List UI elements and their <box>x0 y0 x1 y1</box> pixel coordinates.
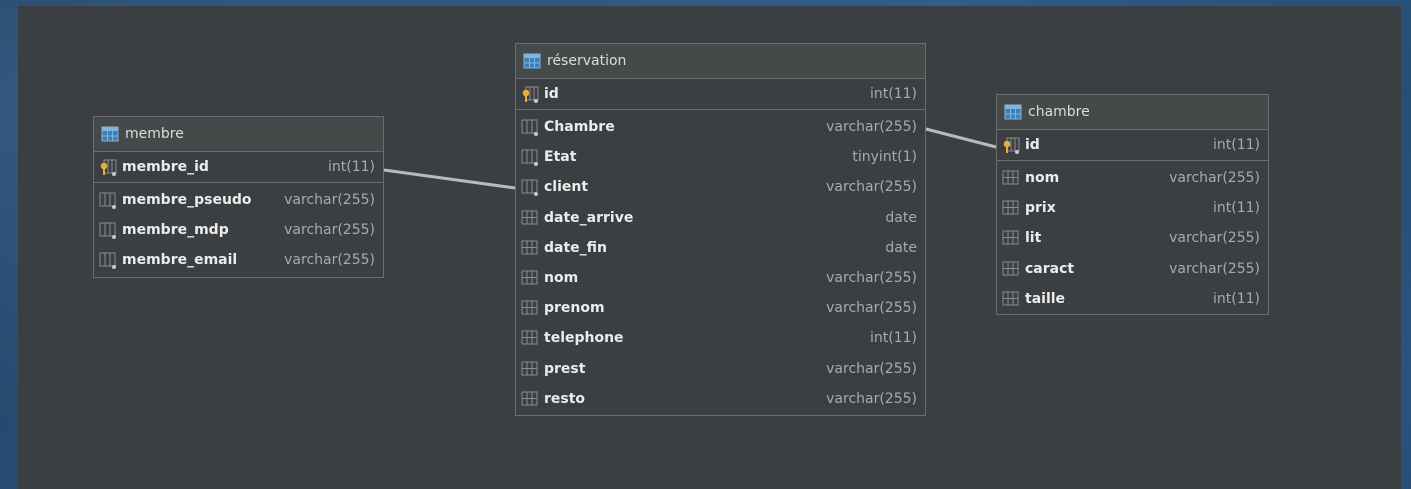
table-reservation[interactable]: réservation id int(11) Chambre varchar(2… <box>515 43 926 416</box>
column-icon <box>521 270 538 285</box>
column-type: varchar(255) <box>284 192 375 209</box>
column-name: resto <box>544 390 586 407</box>
column-icon <box>521 300 538 315</box>
column-type: varchar(255) <box>1169 230 1260 247</box>
column-row[interactable]: telephone int(11) <box>516 323 925 353</box>
column-name: prest <box>544 360 586 377</box>
table-header[interactable]: réservation <box>516 44 925 79</box>
column-icon <box>1002 230 1019 245</box>
column-type: int(11) <box>1213 200 1260 217</box>
column-icon <box>99 192 116 210</box>
relation-reservation-chambre <box>924 127 998 149</box>
column-name: membre_email <box>122 252 238 269</box>
column-icon <box>1002 291 1019 306</box>
column-row[interactable]: lit varchar(255) <box>997 223 1268 253</box>
column-type: varchar(255) <box>826 270 917 287</box>
column-icon <box>1002 261 1019 276</box>
column-icon <box>521 119 538 137</box>
table-header[interactable]: chambre <box>997 95 1268 130</box>
column-row[interactable]: Etat tinyint(1) <box>516 142 925 172</box>
column-icon <box>521 330 538 345</box>
column-row[interactable]: date_fin date <box>516 233 925 263</box>
primary-key-icon <box>1003 137 1020 154</box>
column-name: membre_pseudo <box>122 192 252 209</box>
column-type: date <box>885 209 917 226</box>
table-header[interactable]: membre <box>94 117 383 152</box>
table-name: chambre <box>1028 104 1090 120</box>
column-row[interactable]: caract varchar(255) <box>997 254 1268 284</box>
column-icon <box>99 252 116 270</box>
column-icon <box>521 210 538 225</box>
column-row[interactable]: prest varchar(255) <box>516 354 925 384</box>
column-name: date_fin <box>544 239 607 256</box>
column-name: prenom <box>544 300 605 317</box>
column-type: varchar(255) <box>1169 260 1260 277</box>
column-row[interactable]: nom varchar(255) <box>516 263 925 293</box>
column-type: varchar(255) <box>284 252 375 269</box>
table-name: membre <box>125 126 184 142</box>
column-type: date <box>885 239 917 256</box>
column-type: int(11) <box>870 330 917 347</box>
column-name: membre_mdp <box>122 222 229 239</box>
column-row[interactable]: prix int(11) <box>997 193 1268 223</box>
column-row[interactable]: client varchar(255) <box>516 172 925 202</box>
column-type: int(11) <box>1213 290 1260 307</box>
column-type: int(11) <box>328 159 375 175</box>
column-name: nom <box>1025 170 1060 187</box>
column-type: varchar(255) <box>826 360 917 377</box>
column-row[interactable]: membre_mdp varchar(255) <box>94 215 383 245</box>
column-icon <box>1002 170 1019 185</box>
column-name: prix <box>1025 200 1056 217</box>
column-row[interactable]: resto varchar(255) <box>516 384 925 414</box>
column-icon <box>521 391 538 406</box>
column-type: varchar(255) <box>826 119 917 136</box>
primary-key-icon <box>100 159 117 176</box>
column-row[interactable]: Chambre varchar(255) <box>516 112 925 142</box>
column-name: Etat <box>544 149 577 166</box>
column-type: varchar(255) <box>826 390 917 407</box>
column-name: lit <box>1025 230 1042 247</box>
column-name: caract <box>1025 260 1075 277</box>
column-icon <box>521 361 538 376</box>
column-name: client <box>544 179 589 196</box>
column-name: Chambre <box>544 119 615 136</box>
column-row[interactable]: taille int(11) <box>997 284 1268 314</box>
column-name: telephone <box>544 330 624 347</box>
column-icon <box>521 149 538 167</box>
column-type: varchar(255) <box>284 222 375 239</box>
table-chambre[interactable]: chambre id int(11) nom varchar(255) prix… <box>996 94 1269 315</box>
column-name: date_arrive <box>544 209 634 226</box>
primary-key-row[interactable]: id int(11) <box>997 130 1268 161</box>
primary-key-row[interactable]: membre_id int(11) <box>94 152 383 183</box>
column-name: id <box>544 86 559 102</box>
table-icon <box>523 53 541 69</box>
column-row[interactable]: date_arrive date <box>516 203 925 233</box>
column-row[interactable]: membre_email varchar(255) <box>94 245 383 275</box>
column-type: tinyint(1) <box>852 149 917 166</box>
column-row[interactable]: membre_pseudo varchar(255) <box>94 185 383 215</box>
relation-membre-reservation <box>382 168 517 190</box>
primary-key-icon <box>522 86 539 103</box>
table-icon <box>101 126 119 142</box>
column-icon <box>99 222 116 240</box>
column-type: varchar(255) <box>1169 170 1260 187</box>
column-name: taille <box>1025 290 1066 307</box>
column-icon <box>521 240 538 255</box>
column-name: nom <box>544 270 579 287</box>
primary-key-row[interactable]: id int(11) <box>516 79 925 110</box>
column-row[interactable]: prenom varchar(255) <box>516 293 925 323</box>
table-membre[interactable]: membre membre_id int(11) membre_pseudo v… <box>93 116 384 278</box>
column-type: varchar(255) <box>826 300 917 317</box>
column-icon <box>1002 200 1019 215</box>
column-type: int(11) <box>870 86 917 102</box>
column-name: id <box>1025 137 1040 153</box>
column-type: varchar(255) <box>826 179 917 196</box>
table-icon <box>1004 104 1022 120</box>
column-icon <box>521 179 538 197</box>
table-name: réservation <box>547 53 627 69</box>
column-type: int(11) <box>1213 137 1260 153</box>
column-row[interactable]: nom varchar(255) <box>997 163 1268 193</box>
column-name: membre_id <box>122 159 209 175</box>
